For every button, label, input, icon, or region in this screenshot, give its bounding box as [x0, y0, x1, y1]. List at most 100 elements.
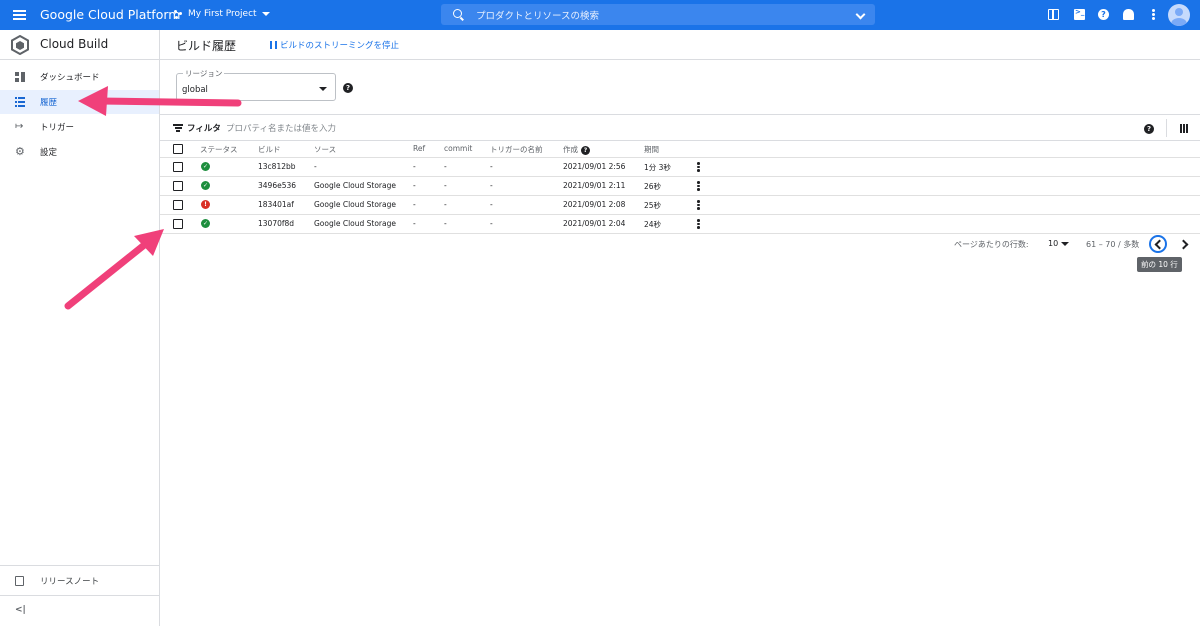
previous-page-tooltip: 前の 10 行 [1137, 257, 1182, 272]
more-vert-icon[interactable] [1152, 9, 1155, 20]
column-display-icon[interactable] [1180, 124, 1188, 133]
column-header-ref[interactable]: Ref [413, 144, 425, 153]
column-header-build[interactable]: ビルド [258, 144, 281, 155]
source-cell: Google Cloud Storage [314, 200, 396, 209]
rows-per-page-value: 10 [1048, 239, 1059, 248]
page-range: 61 – 70 / 多数 [1086, 240, 1140, 249]
previous-page-button[interactable] [1149, 235, 1167, 253]
row-checkbox[interactable] [173, 219, 183, 229]
project-icon [174, 9, 183, 19]
sidebar-item-triggers[interactable]: ↦ トリガー [0, 115, 159, 139]
trigger-cell: - [490, 200, 493, 209]
more-vert-icon[interactable] [697, 219, 700, 230]
cloud-build-logo-icon [11, 35, 29, 55]
table-row[interactable]: ✓ 13070f8d Google Cloud Storage - - - 20… [160, 215, 1200, 234]
build-id-link[interactable]: 13c812bb [258, 162, 296, 171]
row-checkbox[interactable] [173, 181, 183, 191]
brand-logo[interactable]: Google Cloud Platform [40, 7, 180, 22]
success-icon: ✓ [201, 181, 210, 190]
help-icon[interactable]: ? [581, 145, 590, 155]
chevron-down-icon [319, 87, 327, 91]
created-cell: 2021/09/01 2:11 [563, 181, 626, 190]
build-id-link[interactable]: 13070f8d [258, 219, 294, 228]
filter-label: フィルタ [187, 124, 221, 134]
ref-cell: - [413, 219, 416, 228]
column-header-created[interactable]: 作成? [563, 144, 590, 155]
next-page-button[interactable] [1177, 235, 1195, 253]
more-vert-icon[interactable] [697, 162, 700, 173]
table-row[interactable]: ! 183401af Google Cloud Storage - - - 20… [160, 196, 1200, 215]
help-icon[interactable]: ? [343, 83, 353, 93]
cloud-shell-icon[interactable] [1074, 8, 1085, 20]
commit-cell: - [444, 162, 447, 171]
duration-cell: 1分 3秒 [644, 163, 671, 172]
success-icon: ✓ [201, 162, 210, 171]
chevron-down-icon [1061, 241, 1070, 246]
region-value: global [182, 85, 208, 95]
table-row[interactable]: ✓ 13c812bb - - - - 2021/09/01 2:56 1分 3秒 [160, 158, 1200, 177]
sidebar: Cloud Build ダッシュボード 履歴 ↦ トリガー ⚙ 設定 リリースノ… [0, 30, 160, 626]
sidebar-item-label: 履歴 [40, 98, 58, 108]
sidebar-item-settings[interactable]: ⚙ 設定 [0, 140, 159, 164]
release-notes-label: リリースノート [40, 577, 100, 587]
duration-cell: 25秒 [644, 201, 662, 210]
filter-input[interactable]: プロパティ名または値を入力 [226, 122, 336, 134]
more-vert-icon[interactable] [697, 181, 700, 192]
pause-icon [270, 41, 277, 49]
search-input[interactable]: プロダクトとリソースの検索 [441, 4, 875, 25]
chevron-down-icon [261, 12, 270, 16]
source-cell: Google Cloud Storage [314, 219, 396, 228]
commit-cell: - [444, 181, 447, 190]
created-cell: 2021/09/01 2:08 [563, 200, 626, 209]
product-title: Cloud Build [40, 37, 109, 51]
build-id-link[interactable]: 183401af [258, 200, 294, 209]
sidebar-item-dashboard[interactable]: ダッシュボード [0, 65, 159, 89]
row-checkbox[interactable] [173, 200, 183, 210]
main-content: ビルド履歴 ビルドのストリーミングを停止 リージョン global ? フィルタ… [160, 30, 1200, 626]
divider [1166, 119, 1167, 137]
success-icon: ✓ [201, 219, 210, 228]
dashboard-icon [15, 72, 25, 82]
source-cell: - [314, 162, 317, 171]
column-header-commit[interactable]: commit [444, 144, 472, 153]
rows-per-page-label: ページあたりの行数: [954, 240, 1029, 249]
trigger-cell: - [490, 181, 493, 190]
ref-cell: - [413, 162, 416, 171]
project-selector[interactable]: My First Project [174, 9, 270, 19]
notifications-icon[interactable] [1123, 9, 1134, 20]
release-notes-link[interactable]: リリースノート [0, 566, 159, 595]
rows-per-page-select[interactable]: 10 [1048, 239, 1070, 248]
sidebar-item-history[interactable]: 履歴 [0, 90, 159, 114]
list-icon [15, 97, 25, 107]
column-header-trigger[interactable]: トリガーの名前 [490, 144, 543, 155]
table-row[interactable]: ✓ 3496e536 Google Cloud Storage - - - 20… [160, 177, 1200, 196]
error-icon: ! [201, 200, 210, 209]
region-select[interactable]: リージョン global [176, 68, 336, 101]
region-label: リージョン [183, 68, 225, 79]
trigger-icon: ↦ [15, 121, 24, 132]
column-header-status[interactable]: ステータス [200, 144, 238, 155]
help-icon[interactable]: ? [1144, 124, 1154, 134]
table-header-row: ステータス ビルド ソース Ref commit トリガーの名前 作成? 期間 [160, 141, 1200, 158]
stop-streaming-label: ビルドのストリーミングを停止 [280, 41, 400, 51]
select-all-checkbox[interactable] [173, 144, 183, 154]
row-checkbox[interactable] [173, 162, 183, 172]
gear-icon: ⚙ [15, 145, 25, 158]
stop-streaming-button[interactable]: ビルドのストリーミングを停止 [270, 39, 399, 51]
column-header-duration[interactable]: 期間 [644, 144, 659, 155]
more-vert-icon[interactable] [697, 200, 700, 211]
created-cell: 2021/09/01 2:04 [563, 219, 626, 228]
column-header-source[interactable]: ソース [314, 144, 336, 155]
page-header: ビルド履歴 ビルドのストリーミングを停止 [160, 30, 1200, 60]
build-id-link[interactable]: 3496e536 [258, 181, 296, 190]
account-avatar[interactable] [1168, 4, 1190, 26]
commit-cell: - [444, 200, 447, 209]
gift-icon[interactable] [1048, 9, 1059, 20]
chevron-down-icon[interactable] [855, 9, 866, 20]
trigger-cell: - [490, 162, 493, 171]
help-icon[interactable]: ? [1098, 9, 1109, 20]
source-cell: Google Cloud Storage [314, 181, 396, 190]
filter-icon [173, 124, 183, 132]
menu-icon[interactable] [13, 10, 26, 20]
collapse-sidebar-icon[interactable]: <| [15, 605, 26, 615]
